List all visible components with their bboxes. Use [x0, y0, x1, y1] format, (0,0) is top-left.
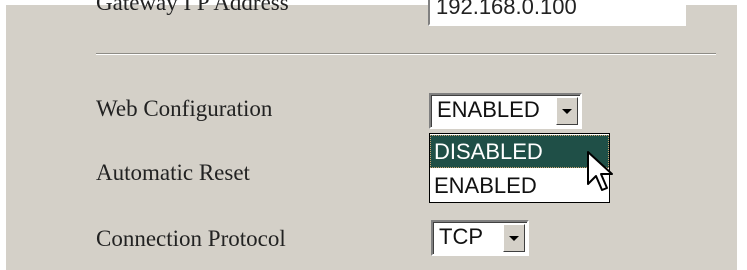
right-margin [737, 0, 747, 270]
web-configuration-dropdown-button[interactable] [556, 97, 578, 125]
connection-protocol-dropdown-button[interactable] [503, 224, 525, 252]
connection-protocol-label: Connection Protocol [96, 226, 286, 251]
mouse-pointer-icon [587, 151, 613, 191]
gateway-ip-label: Gateway I P Address [96, 0, 289, 15]
dropdown-option-enabled[interactable]: ENABLED [430, 169, 609, 202]
web-configuration-label: Web Configuration [96, 96, 273, 121]
dropdown-option-disabled[interactable]: DISABLED [430, 135, 609, 168]
chevron-down-icon [509, 236, 519, 241]
automatic-reset-label: Automatic Reset [96, 160, 250, 185]
chevron-down-icon [562, 109, 572, 114]
connection-protocol-value: TCP [439, 224, 483, 249]
gateway-ip-input[interactable]: 192.168.0.100 [428, 0, 686, 26]
section-divider [96, 53, 716, 55]
web-configuration-select[interactable]: ENABLED [429, 93, 582, 129]
connection-protocol-select[interactable]: TCP [431, 220, 529, 256]
web-configuration-value: ENABLED [437, 97, 540, 122]
web-configuration-dropdown-list[interactable]: DISABLED ENABLED [429, 133, 610, 203]
left-margin [0, 0, 6, 270]
